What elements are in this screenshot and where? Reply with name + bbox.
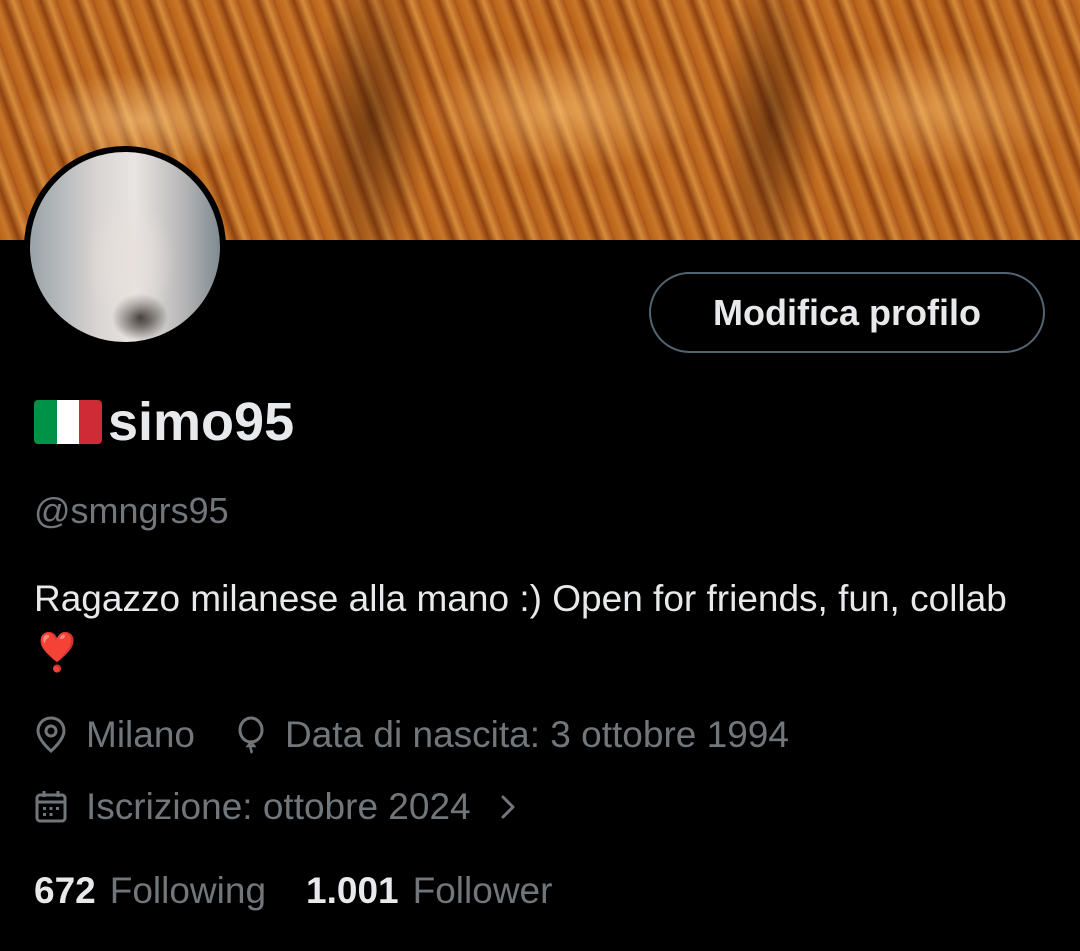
display-name-text: simo95 xyxy=(108,392,295,452)
profile-meta-row: Milano Data di nascita: 3 ottobre 1994 xyxy=(34,714,829,756)
followers-stat[interactable]: 1.001 Follower xyxy=(306,870,552,912)
bio-text: Ragazzo milanese alla mano :) Open for f… xyxy=(34,578,1007,619)
followers-count: 1.001 xyxy=(306,870,399,911)
heart-exclamation-icon: ❣️ xyxy=(34,632,81,673)
profile-stats: 672 Following 1.001 Follower xyxy=(34,870,592,912)
edit-profile-button[interactable]: Modifica profilo xyxy=(649,272,1045,353)
profile-handle: @smngrs95 xyxy=(34,490,229,531)
profile-joined[interactable]: Iscrizione: ottobre 2024 xyxy=(34,786,519,828)
following-label: Following xyxy=(109,870,267,911)
profile-avatar[interactable] xyxy=(24,146,226,348)
followers-label: Follower xyxy=(412,870,553,911)
italy-flag-icon xyxy=(34,400,102,444)
profile-birthday: Data di nascita: 3 ottobre 1994 xyxy=(235,714,789,756)
following-stat[interactable]: 672 Following xyxy=(34,870,266,912)
chevron-right-icon xyxy=(501,795,515,819)
profile-location: Milano xyxy=(34,714,195,756)
birthday-text: Data di nascita: 3 ottobre 1994 xyxy=(285,714,789,755)
profile-joined-row[interactable]: Iscrizione: ottobre 2024 xyxy=(34,786,559,828)
location-text: Milano xyxy=(86,714,195,755)
balloon-icon xyxy=(238,716,264,754)
profile-display-name: simo95 xyxy=(34,392,294,452)
following-count: 672 xyxy=(34,870,96,911)
calendar-icon xyxy=(35,791,67,823)
profile-bio: Ragazzo milanese alla mano :) Open for f… xyxy=(34,572,1054,680)
joined-text: Iscrizione: ottobre 2024 xyxy=(86,786,471,827)
location-pin-icon xyxy=(36,716,66,753)
